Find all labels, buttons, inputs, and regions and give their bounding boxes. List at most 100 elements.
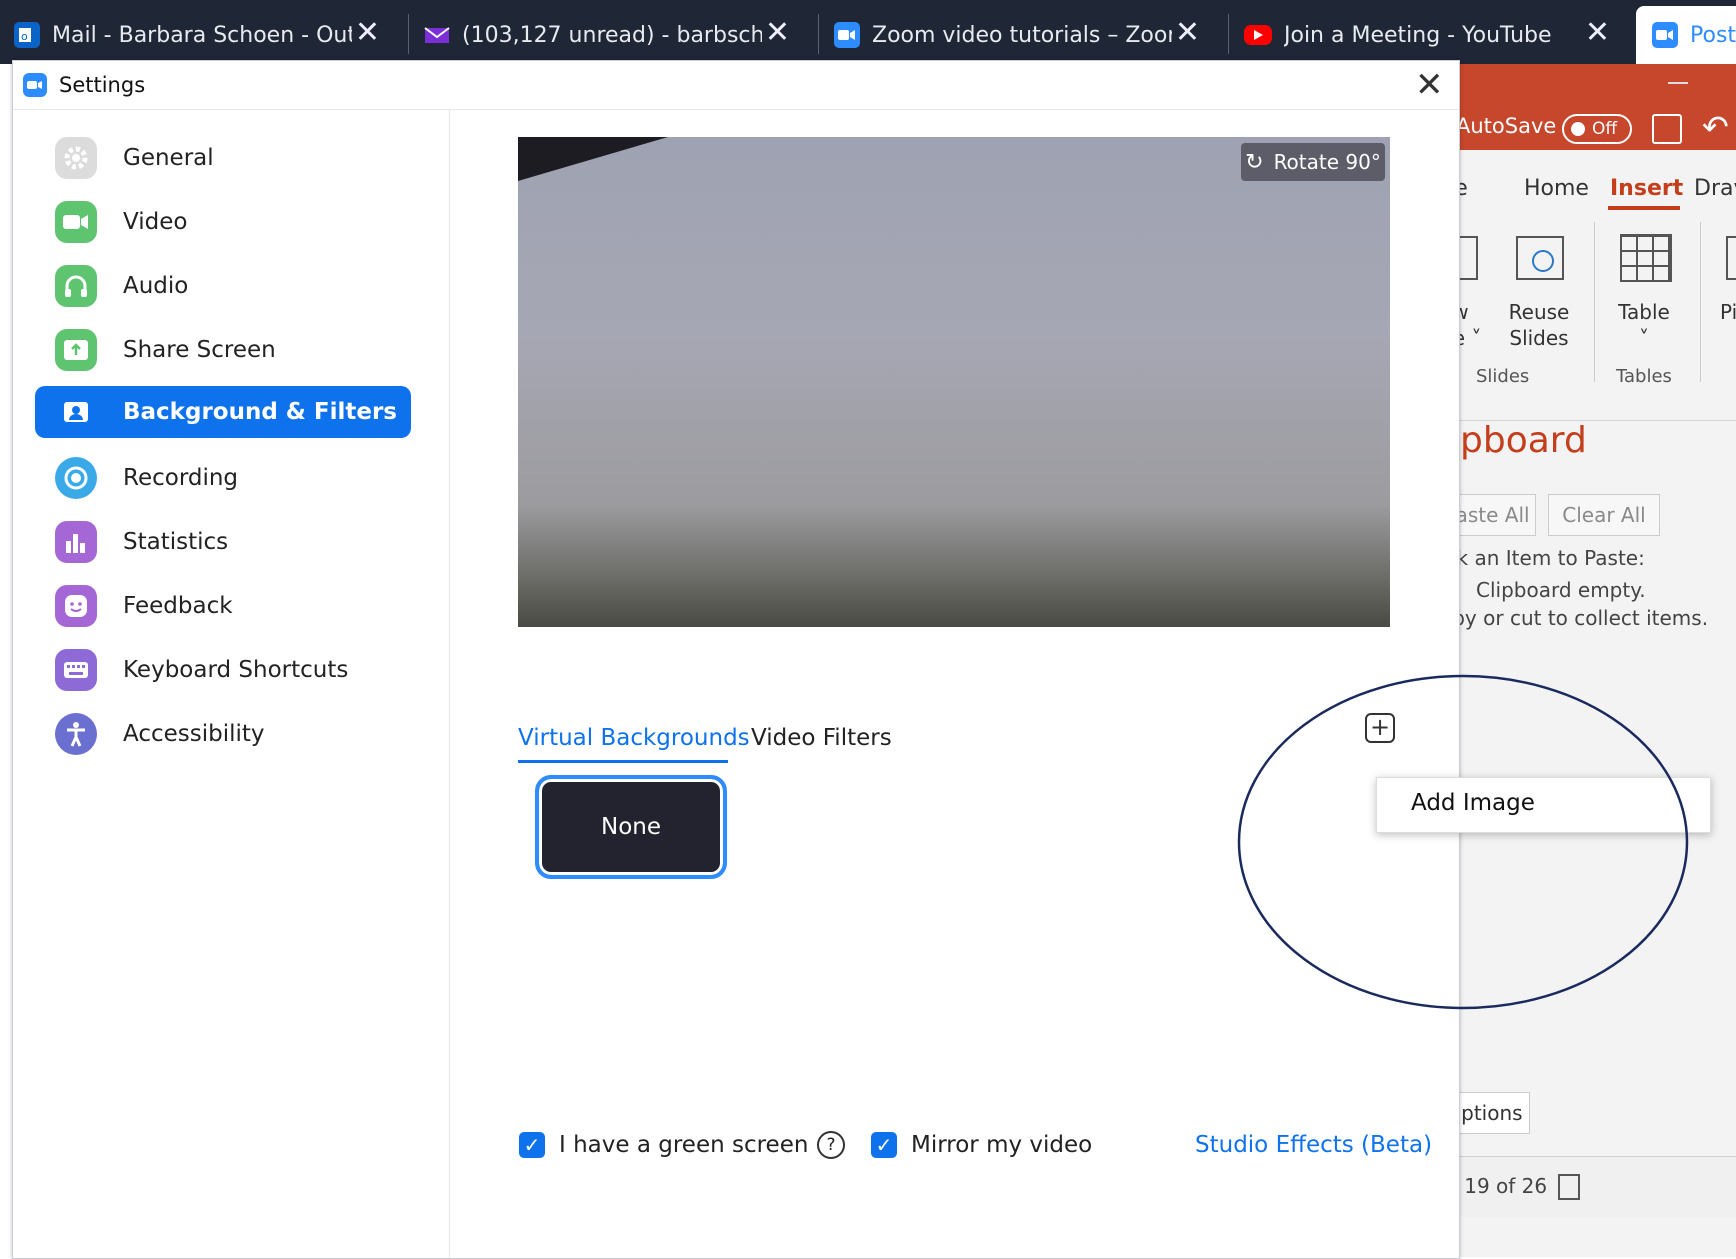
magnifier-icon	[1532, 250, 1554, 272]
ribbon-separator	[1594, 222, 1595, 382]
yahoo-mail-icon	[424, 22, 450, 48]
add-image-menu-item[interactable]: Add Image	[1411, 790, 1535, 816]
sidebar-item-label: Background & Filters	[123, 399, 397, 425]
headphones-icon	[55, 265, 97, 307]
table-label[interactable]: Table	[1614, 300, 1674, 324]
gear-icon	[55, 137, 97, 179]
settings-sidebar: General Video Audio Share Screen Backgro…	[13, 110, 450, 1258]
tab-title: Post	[1690, 22, 1736, 48]
browser-tab-outlook[interactable]: o Mail - Barbara Schoen - Outloo ✕	[14, 6, 390, 64]
tab-title: Zoom video tutorials – Zoom H	[872, 22, 1172, 48]
clipboard-title: lipboard	[1440, 420, 1587, 461]
sidebar-item-share-screen[interactable]: Share Screen	[35, 322, 411, 378]
share-screen-icon	[55, 329, 97, 371]
browser-tab-post[interactable]: Post	[1636, 6, 1736, 64]
close-tab-icon[interactable]: ✕	[765, 18, 790, 48]
powerpoint-window: AutoSave Off ↶ ile Home Insert Drav ew d…	[1438, 64, 1736, 1257]
browser-tab-zoom-tutorials[interactable]: Zoom video tutorials – Zoom H ✕	[834, 6, 1210, 64]
add-background-plus-icon[interactable]: +	[1365, 713, 1395, 743]
bar-chart-icon	[55, 521, 97, 563]
mirror-video-checkbox[interactable]: ✓	[871, 1132, 897, 1158]
save-icon[interactable]	[1652, 114, 1682, 144]
ribbon-separator	[1700, 222, 1701, 382]
close-tab-icon[interactable]: ✕	[1585, 18, 1610, 48]
sidebar-item-label: Statistics	[123, 529, 229, 555]
clipboard-empty-text: Clipboard empty.	[1476, 578, 1646, 602]
active-subtab-underline	[518, 760, 728, 763]
clear-all-button[interactable]: Clear All	[1548, 494, 1660, 536]
svg-text:o: o	[21, 30, 28, 43]
sidebar-item-label: General	[123, 145, 214, 171]
close-tab-icon[interactable]: ✕	[355, 18, 380, 48]
browser-tab-youtube[interactable]: Join a Meeting - YouTube ✕	[1244, 6, 1620, 64]
sidebar-item-audio[interactable]: Audio	[35, 258, 411, 314]
help-icon[interactable]: ?	[817, 1131, 845, 1159]
studio-effects-link[interactable]: Studio Effects (Beta)	[1195, 1132, 1432, 1158]
tab-title: Mail - Barbara Schoen - Outloo	[52, 22, 352, 48]
pictures-label[interactable]: Pi	[1720, 300, 1736, 324]
tab-virtual-backgrounds[interactable]: Virtual Backgrounds	[518, 725, 750, 751]
smiley-icon	[55, 585, 97, 627]
sidebar-item-label: Feedback	[123, 593, 233, 619]
tab-video-filters[interactable]: Video Filters	[751, 725, 892, 751]
undo-icon[interactable]: ↶	[1702, 108, 1729, 146]
green-screen-checkbox[interactable]: ✓	[519, 1132, 545, 1158]
tab-title: (103,127 unread) - barbscho12(	[462, 22, 762, 48]
group-tables-label: Tables	[1616, 366, 1672, 387]
sidebar-item-accessibility[interactable]: Accessibility	[35, 706, 411, 762]
zoom-icon	[834, 22, 860, 48]
close-icon[interactable]: ✕	[1415, 65, 1444, 105]
sidebar-item-background-filters[interactable]: Background & Filters	[35, 386, 411, 438]
person-card-icon	[55, 391, 97, 433]
rotate-button[interactable]: ↻ Rotate 90°	[1241, 143, 1385, 181]
sidebar-item-label: Audio	[123, 273, 189, 299]
reuse-slides-label-1: Reuse	[1508, 300, 1570, 324]
reuse-slides-icon[interactable]	[1516, 236, 1564, 280]
preview-shadow-corner	[518, 137, 668, 181]
minimize-icon[interactable]	[1668, 82, 1688, 84]
outlook-icon: o	[14, 22, 40, 48]
pictures-icon[interactable]	[1726, 236, 1736, 280]
rotate-label: Rotate 90°	[1273, 150, 1381, 174]
tab-separator	[818, 14, 819, 54]
copy-cut-text: opy or cut to collect items.	[1440, 606, 1709, 630]
keyboard-icon	[55, 649, 97, 691]
autosave-state: Off	[1592, 119, 1618, 139]
table-icon[interactable]	[1620, 234, 1672, 282]
browser-tab-yahoo-mail[interactable]: (103,127 unread) - barbscho12( ✕	[424, 6, 800, 64]
table-caret-icon[interactable]: ˅	[1614, 326, 1674, 350]
autosave-label: AutoSave	[1456, 114, 1557, 138]
video-camera-icon	[55, 201, 97, 243]
autosave-toggle[interactable]: Off	[1562, 114, 1632, 144]
sidebar-item-recording[interactable]: Recording	[35, 450, 411, 506]
toggle-knob	[1571, 122, 1585, 136]
zoom-logo-icon	[23, 73, 47, 97]
tab-title: Join a Meeting - YouTube	[1284, 22, 1552, 48]
ribbon-tab-insert[interactable]: Insert	[1610, 176, 1683, 201]
close-tab-icon[interactable]: ✕	[1175, 18, 1200, 48]
sidebar-item-video[interactable]: Video	[35, 194, 411, 250]
tab-separator	[1228, 14, 1229, 54]
record-icon	[55, 457, 97, 499]
accessibility-icon	[55, 713, 97, 755]
sidebar-item-keyboard-shortcuts[interactable]: Keyboard Shortcuts	[35, 642, 411, 698]
browser-tab-strip: o Mail - Barbara Schoen - Outloo ✕ (103,…	[0, 0, 1736, 64]
sidebar-item-feedback[interactable]: Feedback	[35, 578, 411, 634]
ribbon-tab-home[interactable]: Home	[1524, 176, 1589, 201]
notes-icon[interactable]	[1558, 1174, 1580, 1200]
group-slides-label: Slides	[1476, 366, 1530, 387]
window-title: Settings	[59, 73, 146, 97]
sidebar-item-general[interactable]: General	[35, 130, 411, 186]
youtube-icon	[1244, 25, 1272, 45]
zoom-settings-window: Settings ✕ General Video Audio Share Scr…	[12, 60, 1460, 1259]
sidebar-item-statistics[interactable]: Statistics	[35, 514, 411, 570]
tab-separator	[408, 14, 409, 54]
sidebar-item-label: Keyboard Shortcuts	[123, 657, 349, 683]
sidebar-item-label: Share Screen	[123, 337, 276, 363]
active-tab-underline	[1608, 206, 1680, 210]
reuse-slides-label-2: Slides	[1509, 326, 1569, 350]
title-bar: Settings ✕	[13, 61, 1459, 110]
ribbon-tab-draw[interactable]: Drav	[1694, 176, 1736, 201]
background-none-option[interactable]: None	[535, 775, 727, 879]
sidebar-item-label: Accessibility	[123, 721, 265, 747]
